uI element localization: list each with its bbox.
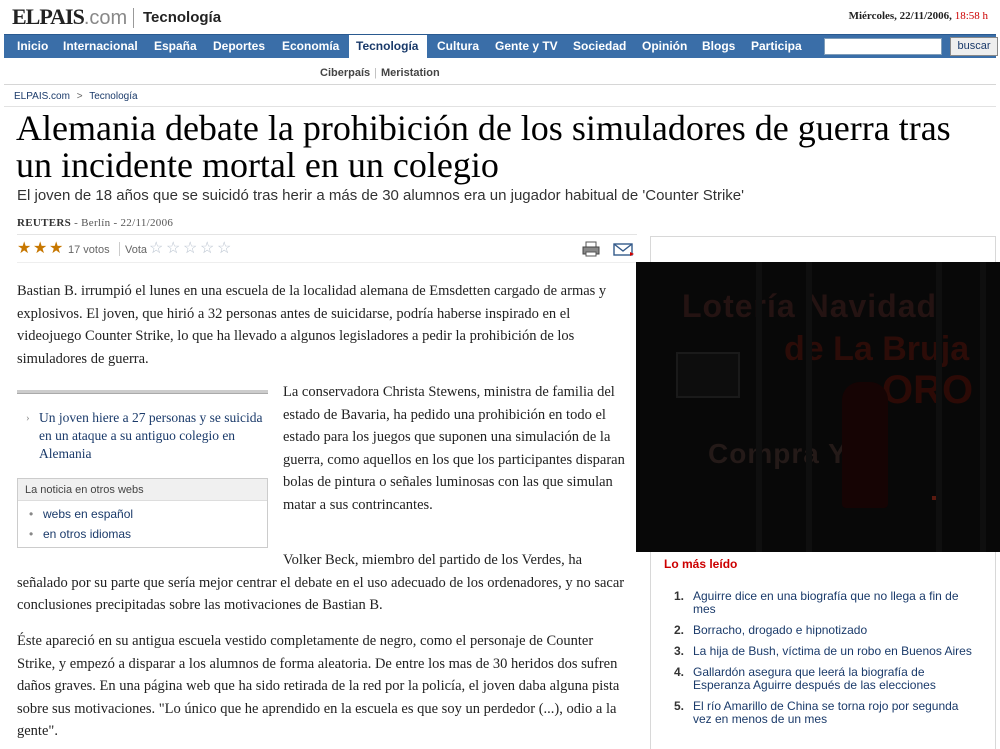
divider (4, 106, 996, 107)
byline-agency: REUTERS (17, 217, 72, 229)
most-read-number: 4. (674, 665, 685, 679)
most-read-item[interactable]: 3. La hija de Bush, víctima de un robo en… (674, 645, 974, 658)
breadcrumb-sep: > (76, 91, 83, 102)
star-filled-icon: ★ (49, 240, 64, 257)
ad-stripe (936, 262, 942, 552)
logo-com: .com (83, 7, 128, 29)
nav-item-opinion[interactable]: Opinión (635, 35, 694, 59)
article-paragraph: La conservadora Christa Stewens, ministr… (283, 384, 625, 513)
divider (17, 262, 637, 263)
chevron-right-icon: › (26, 412, 30, 424)
nav-item-tecnologia[interactable]: Tecnología (349, 35, 427, 59)
search-button[interactable]: buscar (950, 37, 998, 56)
vote-star-icon[interactable]: ☆ (166, 241, 180, 257)
related-link-text: Un joven hiere a 27 personas y se suicid… (39, 410, 263, 461)
most-read-link: La hija de Bush, víctima de un robo en B… (693, 644, 972, 658)
breadcrumb: ELPAIS.com > Tecnología (14, 91, 138, 102)
breadcrumb-section[interactable]: Tecnología (89, 91, 137, 102)
byline-place-date: - Berlín - 22/11/2006 (71, 217, 174, 229)
logo-text: ELPAIS (12, 4, 85, 29)
nav-item-participa[interactable]: Participa (744, 35, 809, 59)
most-read-link: Borracho, drogado e hipnotizado (693, 623, 868, 637)
breadcrumb-home[interactable]: ELPAIS.com (14, 91, 70, 102)
nav-item-cultura[interactable]: Cultura (430, 35, 486, 59)
most-read-list: 1. Aguirre dice en una biografía que no l… (674, 590, 974, 726)
ad-ticket-image (676, 352, 740, 398)
nav-item-internacional[interactable]: Internacional (56, 35, 145, 59)
divider (4, 84, 996, 85)
site-logo[interactable]: ELPAIS.com (12, 4, 127, 30)
star-filled-icon: ★ (33, 240, 48, 257)
article-paragraph: Volker Beck, miembro del partido de los … (17, 552, 625, 613)
sub-nav: Ciberpaís | Meristation (320, 67, 440, 79)
nav-item-sociedad[interactable]: Sociedad (566, 35, 633, 59)
subnav-item-ciberpais[interactable]: Ciberpaís (320, 67, 370, 79)
ad-stripe (756, 262, 762, 552)
nav-item-economia[interactable]: Economía (275, 35, 346, 59)
ad-stripe (806, 262, 812, 552)
subnav-item-meristation[interactable]: Meristation (381, 67, 440, 79)
vote-star-icon[interactable]: ☆ (149, 241, 163, 257)
divider (17, 234, 637, 235)
main-nav: Inicio Internacional España Deportes Eco… (4, 34, 998, 59)
rating-divider (119, 242, 120, 256)
votes-count: 17 votos (68, 244, 110, 256)
time-text: 18:58 h (954, 10, 988, 22)
article-subtitle: El joven de 18 años que se suicidó tras … (17, 187, 744, 204)
nav-item-gente-y-tv[interactable]: Gente y TV (488, 35, 565, 59)
related-box: › Un joven hiere a 27 personas y se suici… (17, 390, 268, 463)
most-read-item[interactable]: 5. El río Amarillo de China se torna rojo… (674, 700, 974, 726)
bullet-icon: • (29, 527, 34, 541)
most-read-number: 5. (674, 699, 685, 713)
most-read-link: El río Amarillo de China se torna rojo p… (693, 699, 959, 726)
nav-item-inicio[interactable]: Inicio (10, 35, 55, 59)
most-read-item[interactable]: 1. Aguirre dice en una biografía que no l… (674, 590, 974, 616)
related-link[interactable]: › Un joven hiere a 27 personas y se suici… (26, 409, 268, 463)
section-title[interactable]: Tecnología (143, 9, 221, 26)
most-read-link: Gallardón asegura que leerá la biografía… (693, 665, 936, 692)
most-read-link: Aguirre dice en una biografía que no lle… (693, 589, 959, 616)
header-divider (133, 8, 134, 28)
other-webs-label: webs en español (43, 507, 134, 521)
other-webs-box: La noticia en otros webs • webs en españo… (17, 478, 268, 548)
vote-star-icon[interactable]: ☆ (217, 241, 231, 257)
other-webs-label: en otros idiomas (43, 527, 132, 541)
ad-witch-figure (842, 382, 888, 508)
search-input[interactable] (824, 38, 942, 55)
nav-item-blogs[interactable]: Blogs (695, 35, 742, 59)
vota-label: Vota (125, 244, 148, 256)
site-header: ELPAIS.com Tecnología Miércoles, 22/11/2… (0, 0, 1000, 34)
other-webs-title: La noticia en otros webs (18, 479, 267, 501)
nav-item-espana[interactable]: España (147, 35, 204, 59)
related-box-border (17, 390, 268, 394)
most-read-number: 1. (674, 589, 685, 603)
nav-item-deportes[interactable]: Deportes (206, 35, 272, 59)
article-paragraph: Éste apareció en su antigua escuela vest… (17, 633, 620, 739)
print-icon[interactable] (582, 241, 600, 257)
most-read-number: 2. (674, 623, 685, 637)
date-text: Miércoles, 22/11/2006, (848, 10, 952, 22)
bullet-icon: • (29, 507, 34, 521)
vote-star-icon[interactable]: ☆ (200, 241, 214, 257)
most-read-number: 3. (674, 644, 685, 658)
vote-star-icon[interactable]: ☆ (183, 241, 197, 257)
article-byline: REUTERS - Berlín - 22/11/2006 (17, 217, 173, 229)
other-webs-item[interactable]: • webs en español (29, 508, 267, 521)
ad-line: ORO (882, 368, 974, 412)
star-filled-icon: ★ (17, 240, 32, 257)
article-headline: Alemania debate la prohibición de los si… (16, 108, 951, 185)
other-webs-item[interactable]: • en otros idiomas (29, 528, 267, 541)
subnav-divider: | (374, 67, 377, 79)
most-read-item[interactable]: 2. Borracho, drogado e hipnotizado (674, 624, 974, 637)
ad-stripe (980, 262, 986, 552)
advertisement-banner[interactable]: Lotería Navidad de La Bruja ORO Compra Y… (636, 262, 1000, 552)
email-icon[interactable] (613, 242, 635, 257)
most-read-item[interactable]: 4. Gallardón asegura que leerá la biograf… (674, 666, 974, 692)
article-paragraph: Bastian B. irrumpió el lunes en una escu… (17, 283, 607, 367)
header-date: Miércoles, 22/11/2006, 18:58 h (849, 10, 988, 22)
most-read-title: Lo más leído (664, 557, 738, 571)
